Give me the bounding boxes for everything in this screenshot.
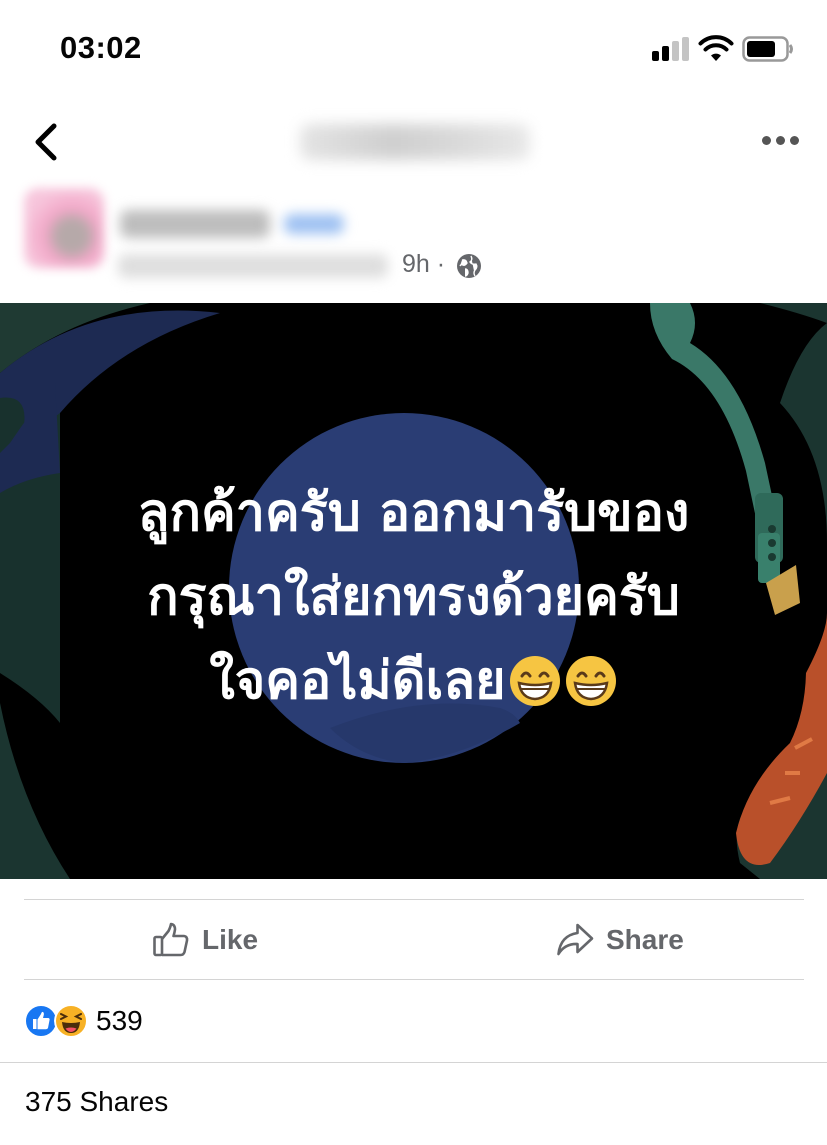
image-text-line-1: ลูกค้าครับ ออกมารับของ (137, 483, 690, 543)
wifi-icon (698, 35, 734, 61)
divider (0, 1062, 827, 1063)
reaction-count: 539 (96, 1005, 143, 1036)
post-header: 9h · (0, 180, 827, 300)
avatar[interactable] (24, 188, 104, 268)
post-image-text: ลูกค้าครับ ออกมารับของ กรุณาใส่ยกทรงด้วย… (0, 471, 827, 723)
reactions-summary[interactable]: 539 (24, 1003, 143, 1039)
like-button[interactable]: Like (152, 912, 258, 968)
post-time[interactable]: 9h · (402, 250, 445, 279)
like-reaction-icon (24, 1004, 58, 1038)
page-title (300, 124, 530, 160)
grinning-face-emoji-icon (509, 656, 560, 706)
divider (24, 899, 804, 900)
like-button-label: Like (202, 924, 259, 955)
divider (24, 979, 804, 980)
image-text-line-3-text: ใจคอไม่ดีเลย (209, 651, 506, 711)
cellular-signal-icon (652, 37, 692, 61)
status-time: 03:02 (60, 30, 142, 65)
share-button[interactable]: Share (556, 912, 684, 968)
thumbs-up-icon (153, 922, 189, 957)
ellipsis-icon[interactable] (756, 128, 804, 152)
share-arrow-icon (557, 923, 594, 956)
author-badge (284, 214, 344, 234)
nav-bar (0, 100, 827, 180)
grinning-face-emoji-icon (565, 656, 616, 706)
image-text-line-2: กรุณาใส่ยกทรงด้วยครับ (147, 567, 680, 627)
share-button-label: Share (606, 924, 684, 955)
chevron-left-icon[interactable] (28, 120, 68, 164)
post-image[interactable]: ลูกค้าครับ ออกมารับของ กรุณาใส่ยกทรงด้วย… (0, 303, 827, 879)
status-bar: 03:02 (0, 0, 827, 100)
haha-reaction-icon (54, 1004, 88, 1038)
globe-icon (457, 254, 481, 278)
battery-icon (742, 36, 793, 62)
author-subtitle (118, 254, 388, 278)
image-text-line-3: ใจคอไม่ดีเลย (0, 639, 827, 723)
shares-count[interactable]: 375 Shares (25, 1086, 168, 1118)
author-name[interactable] (120, 210, 270, 238)
